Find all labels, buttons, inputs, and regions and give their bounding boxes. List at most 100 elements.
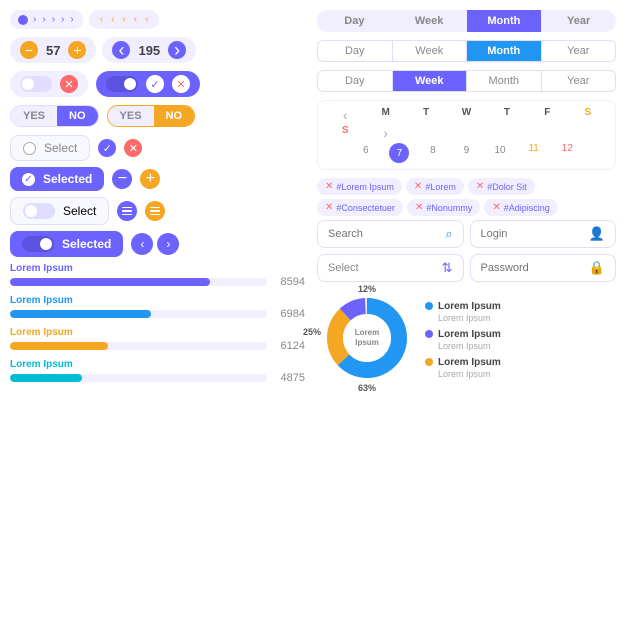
chev-right[interactable]: ›: [157, 233, 179, 255]
step-right-5[interactable]: ›: [69, 14, 74, 25]
page-left-2[interactable]: ‹: [110, 14, 115, 25]
page-left-4[interactable]: ‹: [133, 14, 138, 25]
tag-4[interactable]: ✕ #Nonummy: [407, 199, 480, 216]
chevron-nav-pair: ‹ ›: [131, 233, 179, 255]
period-tab-month-1[interactable]: Month: [467, 10, 542, 32]
select-box-1[interactable]: Select: [10, 135, 90, 161]
tag-remove-5[interactable]: ✕: [492, 202, 500, 213]
cal-day-7-active[interactable]: 7: [384, 143, 416, 163]
legend-item-2: Lorem Ipsum Lorem Ipsum: [425, 357, 501, 379]
user-icon: 👤: [589, 226, 605, 242]
tag-2[interactable]: ✕ #Dolor Sit: [468, 178, 535, 195]
yes-no-group-2[interactable]: YES NO: [107, 105, 196, 127]
plus-icon[interactable]: +: [140, 169, 160, 189]
password-field[interactable]: 🔒: [470, 254, 617, 282]
period-tab-day-3[interactable]: Day: [318, 71, 393, 91]
step-right-3[interactable]: ›: [51, 14, 56, 25]
minus-icon[interactable]: −: [112, 169, 132, 189]
tag-5[interactable]: ✕ #Adipiscing: [484, 199, 557, 216]
calendar-header: ‹ M T W T F S S ›: [326, 107, 607, 141]
progress-label-3: Lorem Ipsum: [10, 359, 305, 370]
no-btn-2[interactable]: NO: [154, 106, 195, 126]
password-input[interactable]: [481, 262, 583, 274]
tag-remove-2[interactable]: ✕: [476, 181, 484, 192]
tag-3[interactable]: ✕ #Consectetuer: [317, 199, 403, 216]
page-left-1[interactable]: ‹: [99, 14, 104, 25]
select-field[interactable]: Select ⇅: [317, 254, 464, 282]
tag-remove-0[interactable]: ✕: [325, 181, 333, 192]
tag-remove-3[interactable]: ✕: [325, 202, 333, 213]
calendar: ‹ M T W T F S S › 6 7 8 9 10 11 12: [317, 100, 616, 170]
period-tabs-2: Day Week Month Year: [317, 40, 616, 62]
check-icon-2[interactable]: ✓: [98, 139, 116, 157]
period-tab-year-2[interactable]: Year: [542, 41, 616, 61]
period-tab-month-2[interactable]: Month: [467, 41, 542, 61]
progress-fill-3: [10, 374, 82, 382]
selected-box-1[interactable]: ✓ Selected: [10, 167, 104, 191]
page-left-5[interactable]: ‹: [144, 14, 149, 25]
menu-icon-2[interactable]: [145, 201, 165, 221]
step-right-1[interactable]: ›: [32, 14, 37, 25]
donut-center-text2: Ipsum: [355, 338, 379, 347]
cal-day-8[interactable]: 8: [417, 143, 449, 163]
form-row-2: Select ⇅ 🔒: [317, 254, 616, 282]
tags-row-2: ✕ #Consectetuer ✕ #Nonummy ✕ #Adipiscing: [317, 199, 616, 216]
select-arrows-icon: ⇅: [442, 260, 453, 276]
no-btn-1[interactable]: NO: [57, 106, 98, 126]
cal-day-6[interactable]: 6: [350, 143, 382, 163]
period-tab-year-1[interactable]: Year: [541, 10, 616, 32]
tag-remove-4[interactable]: ✕: [415, 202, 423, 213]
period-tab-day-2[interactable]: Day: [318, 41, 393, 61]
tag-0[interactable]: ✕ #Lorem Ipsum: [317, 178, 402, 195]
dot-stepper[interactable]: › › › › ›: [10, 10, 83, 29]
period-tab-week-1[interactable]: Week: [392, 10, 467, 32]
pagination-left[interactable]: ‹ ‹ ‹ ‹ ‹: [89, 10, 160, 29]
lock-icon: 🔒: [589, 260, 605, 276]
decrement-btn-2[interactable]: ‹: [112, 41, 130, 59]
cal-next[interactable]: ›: [366, 125, 404, 141]
progress-num-0: 8594: [273, 276, 305, 288]
progress-fill-1: [10, 310, 151, 318]
tag-1[interactable]: ✕ #Lorem: [406, 178, 464, 195]
legend-dot-0: [425, 302, 433, 310]
selected-toggle-1[interactable]: Selected: [10, 231, 123, 257]
increment-btn-2[interactable]: ›: [168, 41, 186, 59]
legend-text-2: Lorem Ipsum: [438, 357, 501, 368]
donut-pct-12: 12%: [358, 284, 376, 294]
chev-left[interactable]: ‹: [131, 233, 153, 255]
cal-prev[interactable]: ‹: [326, 107, 364, 123]
cal-day-11[interactable]: 11: [518, 143, 550, 163]
cal-day-10[interactable]: 10: [484, 143, 516, 163]
step-right-4[interactable]: ›: [60, 14, 65, 25]
search-field[interactable]: ⌕: [317, 220, 464, 248]
period-tab-year-3[interactable]: Year: [542, 71, 616, 91]
cal-day-12[interactable]: 12: [551, 143, 583, 163]
menu-icon-1[interactable]: [117, 201, 137, 221]
select-toggle-1[interactable]: Select: [10, 197, 109, 225]
search-input[interactable]: [328, 228, 439, 240]
yes-no-group-1[interactable]: YES NO: [10, 105, 99, 127]
toggle-off[interactable]: [20, 76, 52, 92]
tag-remove-1[interactable]: ✕: [414, 181, 422, 192]
progress-num-2: 6124: [273, 340, 305, 352]
login-input[interactable]: [481, 228, 583, 240]
cal-day-9[interactable]: 9: [451, 143, 483, 163]
period-tab-week-3[interactable]: Week: [393, 71, 468, 91]
yes-btn-1[interactable]: YES: [11, 106, 57, 126]
login-field[interactable]: 👤: [470, 220, 617, 248]
period-tab-month-3[interactable]: Month: [467, 71, 542, 91]
yes-btn-2[interactable]: YES: [108, 106, 154, 126]
period-tab-day-1[interactable]: Day: [317, 10, 392, 32]
select-dropdown[interactable]: Select: [328, 262, 436, 274]
decrement-btn-1[interactable]: −: [20, 41, 38, 59]
page-left-3[interactable]: ‹: [121, 14, 126, 25]
toggle-on[interactable]: [106, 76, 138, 92]
step-right-2[interactable]: ›: [41, 14, 46, 25]
toggle-small-on[interactable]: [22, 236, 54, 252]
toggle-small-off[interactable]: [23, 203, 55, 219]
increment-btn-1[interactable]: +: [68, 41, 86, 59]
stepper-value-2: 195: [138, 43, 160, 58]
cross-icon-3[interactable]: ✕: [124, 139, 142, 157]
period-tab-week-2[interactable]: Week: [393, 41, 468, 61]
legend-item-0: Lorem Ipsum Lorem Ipsum: [425, 301, 501, 323]
